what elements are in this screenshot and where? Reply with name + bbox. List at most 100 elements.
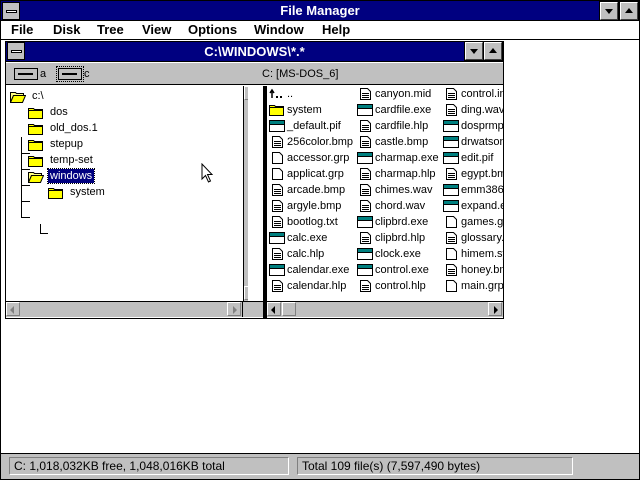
file-item[interactable]: glossary.hlp: [441, 230, 503, 246]
file-item-label: ding.wav: [461, 104, 503, 116]
arrow-right-icon: [233, 306, 237, 314]
file-item[interactable]: bootlog.txt: [267, 214, 353, 230]
tree-item[interactable]: c:\: [9, 89, 150, 103]
file-item-label: calc.hlp: [287, 248, 325, 260]
drive-letter: c: [84, 68, 90, 80]
file-item[interactable]: chord.wav: [355, 198, 441, 214]
file-item[interactable]: main.grp: [441, 278, 503, 294]
file-total-status: Total 109 file(s) (7,597,490 bytes): [297, 457, 573, 475]
directory-tree[interactable]: c:\ dos old_dos.1stepup temp-set windows syst…: [6, 86, 248, 301]
menu-options[interactable]: Options: [188, 22, 237, 37]
up-arrow-icon: [269, 88, 285, 100]
file-item[interactable]: emm386.exe: [441, 182, 503, 198]
file-item[interactable]: argyle.bmp: [267, 198, 353, 214]
tree-vertical-scrollbar[interactable]: [243, 86, 248, 301]
file-item[interactable]: clipbrd.exe: [355, 214, 441, 230]
tree-item[interactable]: temp-set: [28, 153, 168, 167]
maximize-button[interactable]: [619, 1, 639, 21]
menu-file[interactable]: File: [11, 22, 33, 37]
file-scroll-thumb[interactable]: [282, 302, 296, 316]
file-item[interactable]: games.grp: [441, 214, 503, 230]
arrow-left-icon: [271, 306, 275, 314]
file-item[interactable]: 256color.bmp: [267, 134, 353, 150]
tree-scroll-right-button[interactable]: [227, 302, 241, 316]
tree-item[interactable]: dos: [28, 105, 168, 119]
menu-bar: File Disk Tree View Options Window Help: [1, 21, 639, 40]
menu-tree[interactable]: Tree: [97, 22, 124, 37]
file-item[interactable]: control.ini: [441, 86, 503, 102]
file-item[interactable]: system: [267, 102, 353, 118]
file-item[interactable]: himem.sys: [441, 246, 503, 262]
directory-maximize-button[interactable]: [483, 41, 503, 61]
file-item-label: himem.sys: [461, 248, 503, 260]
menu-window[interactable]: Window: [254, 22, 304, 37]
file-item[interactable]: drwatson.exe: [441, 134, 503, 150]
file-item[interactable]: edit.pif: [441, 150, 503, 166]
file-item[interactable]: calc.hlp: [267, 246, 353, 262]
document-icon: [357, 120, 373, 132]
file-item[interactable]: cardfile.exe: [355, 102, 441, 118]
tree-item[interactable]: stepup: [28, 137, 168, 151]
file-item[interactable]: charmap.hlp: [355, 166, 441, 182]
file-item-label: charmap.hlp: [375, 168, 436, 180]
open-folder-icon: [27, 171, 45, 183]
program-icon: [357, 264, 373, 276]
file-item-label: control.exe: [375, 264, 429, 276]
file-item[interactable]: accessor.grp: [267, 150, 353, 166]
document-icon: [357, 88, 373, 100]
file-item[interactable]: calendar.hlp: [267, 278, 353, 294]
file-item[interactable]: clipbrd.hlp: [355, 230, 441, 246]
file-item[interactable]: dosprmpt.pif: [441, 118, 503, 134]
file-item-label: cardfile.hlp: [375, 120, 429, 132]
file-item[interactable]: _default.pif: [267, 118, 353, 134]
drive-c[interactable]: c: [56, 66, 90, 82]
file-item[interactable]: expand.exe: [441, 198, 503, 214]
file-item[interactable]: canyon.mid: [355, 86, 441, 102]
file-item[interactable]: applicat.grp: [267, 166, 353, 182]
tree-scroll-up-button[interactable]: [244, 86, 248, 100]
file-item[interactable]: charmap.exe: [355, 150, 441, 166]
app-title-bar[interactable]: File Manager: [1, 1, 639, 21]
folder-icon: [269, 104, 285, 116]
tree-item-label: c:\: [32, 90, 44, 102]
file-item-label: clock.exe: [375, 248, 421, 260]
minimize-button[interactable]: [599, 1, 619, 21]
file-item[interactable]: calendar.exe: [267, 262, 353, 278]
file-icon: [443, 248, 459, 260]
folder-icon: [28, 123, 44, 135]
file-horizontal-scrollbar[interactable]: [267, 301, 503, 317]
tree-scroll-down-button[interactable]: [244, 286, 248, 300]
tree-item[interactable]: windows: [27, 168, 168, 184]
folder-icon: [48, 187, 64, 199]
file-item[interactable]: control.exe: [355, 262, 441, 278]
file-item[interactable]: ..: [267, 86, 353, 102]
tree-horizontal-scrollbar[interactable]: [6, 301, 263, 317]
directory-title-bar[interactable]: C:\WINDOWS\*.*: [6, 41, 503, 62]
file-item[interactable]: ding.wav: [441, 102, 503, 118]
file-scroll-left-button[interactable]: [267, 302, 281, 316]
file-item-label: chimes.wav: [375, 184, 433, 196]
file-item[interactable]: honey.bmp: [441, 262, 503, 278]
file-item[interactable]: cardfile.hlp: [355, 118, 441, 134]
file-scroll-right-button[interactable]: [488, 302, 502, 316]
file-icon: [443, 280, 459, 292]
file-item[interactable]: calc.exe: [267, 230, 353, 246]
menu-help[interactable]: Help: [322, 22, 350, 37]
file-item[interactable]: egypt.bmp: [441, 166, 503, 182]
file-item-label: 256color.bmp: [287, 136, 353, 148]
tree-item[interactable]: system: [48, 185, 188, 199]
file-item[interactable]: chimes.wav: [355, 182, 441, 198]
menu-disk[interactable]: Disk: [53, 22, 80, 37]
file-item[interactable]: castle.bmp: [355, 134, 441, 150]
file-item-label: charmap.exe: [375, 152, 439, 164]
file-list[interactable]: .. system _default.pif 256color.bmp accessor…: [267, 86, 503, 301]
directory-minimize-button[interactable]: [464, 41, 484, 61]
tree-item[interactable]: old_dos.1: [28, 121, 168, 135]
tree-scroll-left-button[interactable]: [6, 302, 20, 316]
file-item-label: cardfile.exe: [375, 104, 432, 116]
file-item[interactable]: arcade.bmp: [267, 182, 353, 198]
drive-a[interactable]: a: [12, 66, 46, 82]
file-item[interactable]: clock.exe: [355, 246, 441, 262]
file-item[interactable]: control.hlp: [355, 278, 441, 294]
menu-view[interactable]: View: [142, 22, 171, 37]
